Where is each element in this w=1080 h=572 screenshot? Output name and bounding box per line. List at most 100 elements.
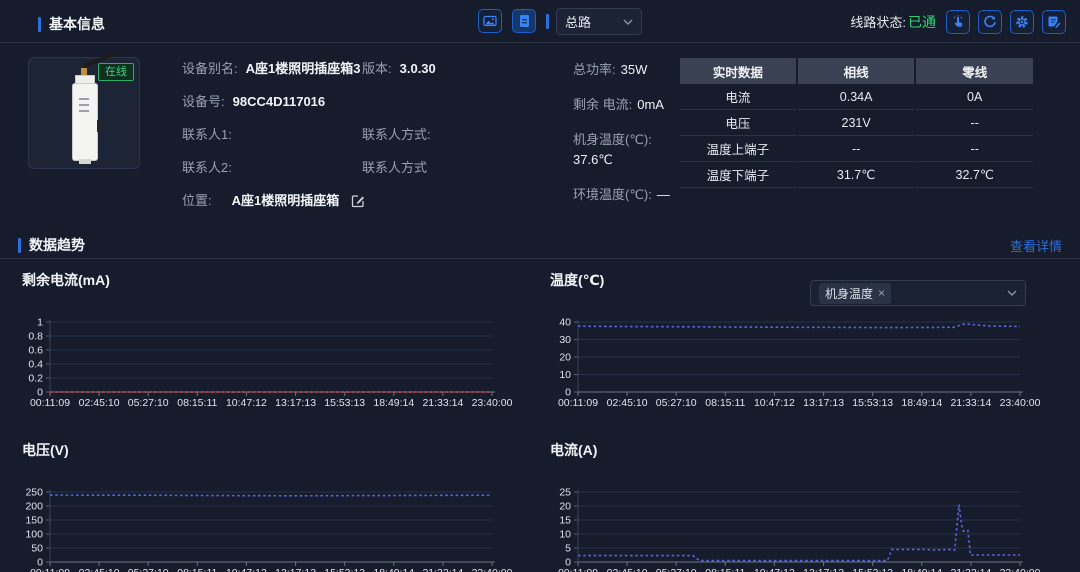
- refresh-button[interactable]: [978, 10, 1002, 34]
- svg-text:21:33:14: 21:33:14: [422, 567, 463, 572]
- svg-text:100: 100: [25, 529, 43, 541]
- svg-text:08:15:11: 08:15:11: [705, 567, 745, 572]
- touch-hand-icon: [951, 15, 965, 29]
- version-value: 3.0.30: [400, 61, 436, 76]
- svg-text:20: 20: [559, 352, 571, 364]
- chevron-down-icon: [623, 19, 633, 25]
- svg-text:30: 30: [559, 334, 571, 346]
- trends-accent-bar: [18, 238, 21, 253]
- temperature-series-select[interactable]: 机身温度 ×: [810, 280, 1026, 306]
- contact-method1-label: 联系人方式:: [362, 127, 431, 142]
- table-row: 温度上端子 -- --: [680, 136, 1033, 162]
- chevron-down-icon: [1007, 290, 1017, 296]
- device-view-button[interactable]: [512, 9, 536, 33]
- svg-text:02:45:10: 02:45:10: [79, 397, 120, 409]
- temperature-series-tag: 机身温度 ×: [819, 283, 891, 304]
- col-header-phase: 相线: [798, 58, 915, 84]
- stat-residual-current: 剩余 电流:0mA: [573, 95, 678, 115]
- svg-text:23:40:00: 23:40:00: [472, 397, 513, 409]
- svg-text:13:17:13: 13:17:13: [803, 567, 844, 572]
- svg-text:15:53:13: 15:53:13: [852, 567, 893, 572]
- field-row-contact2: 联系人2: 联系人方式: [182, 159, 548, 192]
- view-details-link[interactable]: 查看详情: [1010, 236, 1062, 255]
- svg-text:08:15:11: 08:15:11: [177, 567, 217, 572]
- serial-label: 设备号:: [182, 94, 225, 109]
- svg-text:10:47:12: 10:47:12: [226, 567, 267, 572]
- stat-ambient-temp: 环境温度(℃):—: [573, 185, 678, 205]
- basic-info-header: 基本信息 总路 线路状态:已通: [0, 0, 1080, 43]
- svg-text:00:11:09: 00:11:09: [558, 397, 598, 409]
- svg-text:13:17:13: 13:17:13: [275, 567, 316, 572]
- body-temp-value: 37.6℃: [573, 152, 613, 167]
- page-title: 基本信息: [49, 14, 105, 34]
- table-row: 电流 0.34A 0A: [680, 84, 1033, 110]
- svg-text:10: 10: [559, 529, 571, 541]
- svg-text:250: 250: [25, 488, 43, 499]
- svg-text:18:49:14: 18:49:14: [901, 397, 942, 409]
- svg-text:13:17:13: 13:17:13: [275, 397, 316, 409]
- svg-text:10:47:12: 10:47:12: [754, 567, 795, 572]
- svg-text:10: 10: [559, 369, 571, 381]
- svg-text:1: 1: [37, 318, 43, 329]
- svg-text:08:15:11: 08:15:11: [705, 397, 745, 409]
- svg-text:00:11:09: 00:11:09: [558, 567, 598, 572]
- svg-text:02:45:10: 02:45:10: [79, 567, 120, 572]
- edit-pencil-icon: [351, 194, 365, 208]
- line-status: 线路状态:已通: [850, 12, 936, 32]
- svg-text:08:15:11: 08:15:11: [177, 397, 217, 409]
- svg-text:23:40:00: 23:40:00: [472, 567, 513, 572]
- svg-text:02:45:10: 02:45:10: [607, 567, 648, 572]
- field-row-contact1: 联系人1: 联系人方式:: [182, 126, 548, 159]
- svg-text:18:49:14: 18:49:14: [373, 567, 414, 572]
- svg-text:0.4: 0.4: [28, 359, 43, 371]
- svg-text:00:11:09: 00:11:09: [30, 567, 70, 572]
- edit-location-button[interactable]: [351, 194, 365, 213]
- trends-section-header: 数据趋势 查看详情: [0, 233, 1080, 257]
- field-row-alias: 设备别名:A座1楼照明插座箱3 版本:3.0.30: [182, 60, 548, 93]
- image-icon: [483, 14, 497, 28]
- table-header-row: 实时数据 相线 零线: [680, 58, 1033, 84]
- device-detail-page: 基本信息 总路 线路状态:已通: [0, 0, 1080, 572]
- stat-total-power: 总功率:35W: [573, 60, 678, 80]
- location-label: 位置:: [182, 193, 212, 208]
- svg-text:10:47:12: 10:47:12: [754, 397, 795, 409]
- line-status-label: 线路状态:: [850, 15, 906, 30]
- manual-trip-button[interactable]: [946, 10, 970, 34]
- svg-text:20: 20: [559, 501, 571, 513]
- settings-button[interactable]: [1010, 10, 1034, 34]
- svg-text:00:11:09: 00:11:09: [30, 397, 70, 409]
- table-row: 温度下端子 31.7℃ 32.7℃: [680, 162, 1033, 188]
- svg-text:10:47:12: 10:47:12: [226, 397, 267, 409]
- svg-text:15:53:13: 15:53:13: [852, 397, 893, 409]
- line-status-value: 已通: [908, 14, 936, 30]
- field-row-location: 位置:A座1楼照明插座箱: [182, 192, 548, 225]
- alias-label: 设备别名:: [182, 61, 238, 76]
- chart-title-voltage: 电压(V): [22, 438, 530, 460]
- chart-temperature: 温度(℃) 机身温度 × 01020304000:11:0902:45:1005…: [550, 268, 1062, 419]
- channel-select[interactable]: 总路: [556, 8, 642, 35]
- image-view-button[interactable]: [478, 9, 502, 33]
- contact-method2-label: 联系人方式: [362, 160, 427, 175]
- device-photo: [73, 84, 97, 160]
- device-photo-card: 在线: [28, 57, 140, 169]
- total-power-value: 35W: [621, 62, 648, 77]
- residual-current-chart-plot: 00.20.40.60.8100:11:0902:45:1005:27:1008…: [22, 318, 530, 414]
- log-edit-button[interactable]: [1042, 10, 1066, 34]
- table-row: 电压 231V --: [680, 110, 1033, 136]
- contact1-label: 联系人1:: [182, 127, 232, 142]
- online-status-badge: 在线: [98, 63, 134, 81]
- svg-text:15:53:13: 15:53:13: [324, 397, 365, 409]
- svg-text:40: 40: [559, 318, 571, 329]
- ambient-temp-value: —: [657, 187, 670, 202]
- svg-text:05:27:10: 05:27:10: [656, 397, 697, 409]
- col-header-realtime: 实时数据: [680, 58, 796, 84]
- chart-title-current: 电流(A): [550, 438, 1062, 460]
- refresh-icon: [983, 15, 997, 29]
- svg-text:13:17:13: 13:17:13: [803, 397, 844, 409]
- chart-voltage: 电压(V) 05010015020025000:11:0902:45:1005:…: [22, 438, 530, 572]
- chart-title-residual: 剩余电流(mA): [22, 268, 530, 290]
- svg-text:0.8: 0.8: [28, 331, 43, 343]
- svg-text:5: 5: [565, 543, 571, 555]
- remove-tag-icon[interactable]: ×: [878, 286, 885, 300]
- realtime-data-table: 实时数据 相线 零线 电流 0.34A 0A 电压 231V -- 温度上端子 …: [678, 58, 1035, 188]
